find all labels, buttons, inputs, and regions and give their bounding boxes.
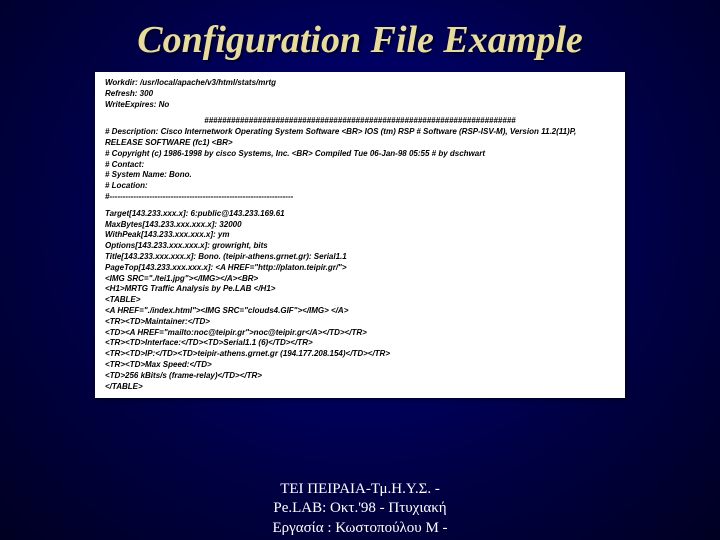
page-title: Configuration File Example	[0, 0, 720, 72]
config-line: Target[143.233.xxx.x]: 6:public@143.233.…	[105, 209, 615, 220]
config-line: MaxBytes[143.233.xxx.xxx.x]: 32000	[105, 220, 615, 231]
config-line: <TD><A HREF="mailto:noc@teipir.gr">noc@t…	[105, 328, 615, 339]
config-line: Options[143.233.xxx.xxx.x]: growright, b…	[105, 241, 615, 252]
config-line: <TD>256 kBits/s (frame-relay)</TD></TR>	[105, 371, 615, 382]
config-line: # Location:	[105, 181, 615, 192]
config-line: Workdir: /usr/local/apache/v3/html/stats…	[105, 78, 615, 89]
config-divider: ########################################…	[105, 116, 615, 127]
config-line: PageTop[143.233.xxx.xxx.x]: <A HREF="htt…	[105, 263, 615, 274]
config-line: WriteExpires: No	[105, 100, 615, 111]
config-line: # Description: Cisco Internetwork Operat…	[105, 127, 615, 149]
config-line: Title[143.233.xxx.xxx.x]: Bono. (teipir-…	[105, 252, 615, 263]
slide-footer: ΤΕΙ ΠΕΙΡΑΙΑ-Τμ.Η.Υ.Σ. - Pe.LAB: Οκτ.'98 …	[0, 480, 720, 539]
footer-line-2: Pe.LAB: Οκτ.'98 - Πτυχιακή	[0, 499, 720, 519]
config-line: Refresh: 300	[105, 89, 615, 100]
config-line: </TABLE>	[105, 382, 615, 393]
config-line: <TR><TD>Interface:</TD><TD>Serial1.1 (6)…	[105, 338, 615, 349]
config-line: # System Name: Bono.	[105, 170, 615, 181]
config-file-content: Workdir: /usr/local/apache/v3/html/stats…	[95, 72, 625, 398]
config-line: # Contact:	[105, 160, 615, 171]
config-line: <TR><TD>Maintainer:</TD>	[105, 317, 615, 328]
config-line: <TR><TD>Max Speed:</TD>	[105, 360, 615, 371]
config-line: <TR><TD>IP:</TD><TD>teipir-athens.grnet.…	[105, 349, 615, 360]
config-line: WithPeak[143.233.xxx.xxx.x]: ym	[105, 230, 615, 241]
config-line: <H1>MRTG Traffic Analysis by Pe.LAB </H1…	[105, 284, 615, 295]
config-line: <A HREF="./index.html"><IMG SRC="clouds4…	[105, 306, 615, 317]
footer-line-3: Εργασία : Κωστοπούλου Μ -	[0, 519, 720, 539]
config-line: <IMG SRC="./tei1.jpg"></IMG></A><BR>	[105, 274, 615, 285]
config-divider: #---------------------------------------…	[105, 192, 615, 203]
config-line: # Copyright (c) 1986-1998 by cisco Syste…	[105, 149, 615, 160]
footer-line-1: ΤΕΙ ΠΕΙΡΑΙΑ-Τμ.Η.Υ.Σ. -	[0, 480, 720, 500]
config-line: <TABLE>	[105, 295, 615, 306]
